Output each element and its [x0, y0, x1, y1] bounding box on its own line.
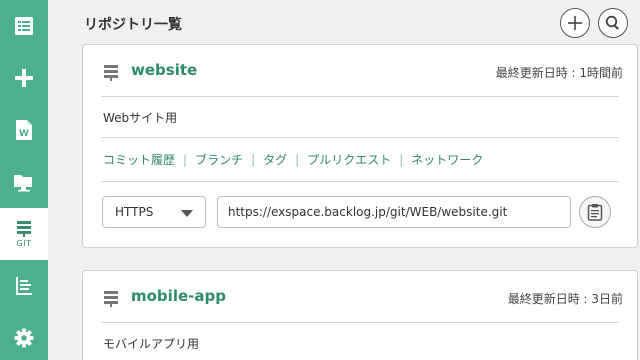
sidebar-item-tree[interactable]: [0, 260, 48, 312]
link-separator: |: [183, 153, 187, 167]
branches-link[interactable]: ブランチ: [195, 151, 243, 168]
repository-description: Webサイト用: [103, 109, 177, 126]
file-tree-icon: [14, 276, 34, 296]
search-button[interactable]: [598, 8, 628, 38]
search-icon: [605, 15, 621, 31]
clone-url-field[interactable]: [217, 196, 571, 228]
divider: [101, 181, 619, 182]
sidebar: W GIT: [0, 0, 48, 360]
link-separator: |: [251, 153, 255, 167]
sidebar-item-label: GIT: [17, 239, 32, 248]
sidebar-item-git[interactable]: GIT: [0, 208, 48, 260]
protocol-select[interactable]: HTTPS: [102, 196, 206, 228]
repository-name-link[interactable]: website: [131, 61, 197, 79]
network-link[interactable]: ネットワーク: [411, 151, 483, 168]
last-updated: 最終更新日時 : 3日前: [508, 290, 623, 307]
main-content: リポジトリ一覧 website 最終更新日時 : 1時間前 Webサイト用 コミ…: [48, 0, 640, 360]
plus-icon: [568, 16, 582, 30]
repository-description: モバイルアプリ用: [103, 335, 199, 352]
repository-name-link[interactable]: mobile-app: [131, 287, 226, 305]
add-repository-button[interactable]: [560, 8, 590, 38]
wiki-document-icon: W: [15, 119, 33, 141]
repository-card: website 最終更新日時 : 1時間前 Webサイト用 コミット履歴 | ブ…: [82, 44, 638, 248]
sidebar-item-add[interactable]: [0, 52, 48, 104]
git-repository-icon: [15, 220, 33, 238]
folder-icon: [13, 172, 35, 192]
sidebar-item-list[interactable]: [0, 0, 48, 52]
git-repository-icon: [103, 290, 119, 308]
commit-history-link[interactable]: コミット履歴: [103, 151, 175, 168]
link-separator: |: [295, 153, 299, 167]
list-icon: [14, 16, 34, 36]
plus-icon: [14, 68, 34, 88]
repository-nav-links: コミット履歴 | ブランチ | タグ | プルリクエスト | ネットワーク: [103, 151, 483, 168]
protocol-selected-value: HTTPS: [115, 205, 153, 219]
divider: [101, 322, 619, 323]
pull-requests-link[interactable]: プルリクエスト: [307, 151, 391, 168]
sidebar-item-settings[interactable]: [0, 312, 48, 360]
last-updated: 最終更新日時 : 1時間前: [496, 64, 623, 81]
tags-link[interactable]: タグ: [263, 151, 287, 168]
sidebar-item-files[interactable]: [0, 156, 48, 208]
chevron-down-icon: [181, 210, 193, 217]
clipboard-icon: [587, 203, 603, 221]
link-separator: |: [399, 153, 403, 167]
svg-text:W: W: [19, 129, 29, 139]
gear-icon: [14, 328, 34, 348]
copy-url-button[interactable]: [579, 196, 611, 228]
sidebar-item-wiki[interactable]: W: [0, 104, 48, 156]
divider: [101, 137, 619, 138]
git-repository-icon: [103, 64, 119, 82]
page-title: リポジトリ一覧: [84, 14, 182, 34]
repository-card: mobile-app 最終更新日時 : 3日前 モバイルアプリ用: [82, 270, 638, 360]
divider: [101, 96, 619, 97]
